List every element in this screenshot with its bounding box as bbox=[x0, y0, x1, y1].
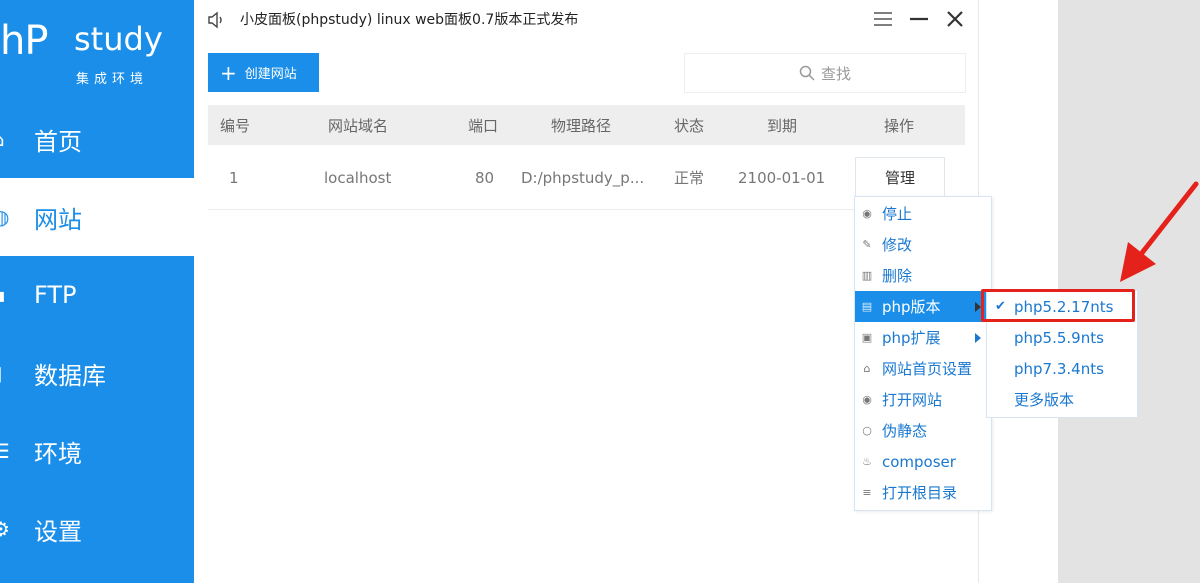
logo-subtitle: 集成环境 bbox=[76, 72, 149, 87]
sidebar-item-label: FTP bbox=[34, 281, 77, 309]
logo-main-text: hP bbox=[0, 18, 48, 64]
menu-item-homepage-settings[interactable]: ⌂ 网站首页设置 bbox=[855, 353, 991, 384]
sidebar-item-label: 首页 bbox=[34, 127, 82, 156]
composer-icon: ♨ bbox=[862, 455, 872, 468]
submenu-item-label: php5.5.9nts bbox=[1014, 328, 1104, 347]
menu-item-label: php版本 bbox=[882, 298, 941, 316]
cell-domain: localhost bbox=[324, 168, 392, 187]
menu-item-label: 修改 bbox=[882, 236, 913, 254]
search-placeholder: 查找 bbox=[820, 64, 851, 83]
menu-item-composer[interactable]: ♨ composer bbox=[855, 446, 991, 477]
sidebar-item-label: 网站 bbox=[34, 205, 82, 234]
stop-icon: ◉ bbox=[862, 207, 872, 220]
sidebar-item-website[interactable]: ◍ 网站 bbox=[0, 178, 194, 256]
environment-icon: ☰ bbox=[0, 439, 10, 463]
menu-item-label: 删除 bbox=[882, 267, 913, 285]
search-icon bbox=[799, 65, 815, 81]
menu-item-open-root[interactable]: ≡ 打开根目录 bbox=[855, 477, 991, 508]
menu-item-open-site[interactable]: ◉ 打开网站 bbox=[855, 384, 991, 415]
cell-status: 正常 bbox=[674, 169, 705, 187]
menu-item-stop[interactable]: ◉ 停止 bbox=[855, 198, 991, 229]
cell-expire: 2100-01-01 bbox=[738, 168, 826, 187]
gear-icon: ⚙ bbox=[0, 517, 10, 541]
context-menu: ◉ 停止 ✎ 修改 ▥ 删除 ▤ php版本 ▣ php扩展 ⌂ 网站首页设置 … bbox=[854, 196, 992, 511]
sidebar-item-label: 环境 bbox=[34, 439, 82, 468]
menu-icon[interactable] bbox=[870, 6, 896, 32]
column-header-id: 编号 bbox=[220, 116, 251, 135]
submenu-item-label: 更多版本 bbox=[1014, 391, 1075, 409]
title-bar: 小皮面板(phpstudy) linux web面板0.7版本正式发布 bbox=[194, 0, 978, 40]
submenu-item-php734[interactable]: php7.3.4nts bbox=[987, 353, 1137, 384]
app-logo: hP study 集成环境 bbox=[0, 0, 194, 100]
database-icon: ◖ bbox=[0, 361, 10, 385]
pencil-icon: ✎ bbox=[862, 238, 872, 251]
menu-item-php-extension[interactable]: ▣ php扩展 bbox=[855, 322, 991, 353]
sidebar-item-label: 设置 bbox=[34, 517, 82, 546]
menu-item-label: 停止 bbox=[882, 205, 913, 223]
column-header-port: 端口 bbox=[468, 116, 499, 135]
sidebar-item-database[interactable]: ◖ 数据库 bbox=[0, 334, 194, 412]
sidebar-item-settings[interactable]: ⚙ 设置 bbox=[0, 490, 194, 568]
column-header-action: 操作 bbox=[884, 116, 915, 135]
menu-item-edit[interactable]: ✎ 修改 bbox=[855, 229, 991, 260]
minimize-icon[interactable] bbox=[906, 6, 932, 32]
logo-study-text: study bbox=[74, 20, 163, 58]
sidebar-item-label: 数据库 bbox=[34, 361, 106, 390]
menu-item-label: composer bbox=[882, 452, 956, 471]
column-header-domain: 网站域名 bbox=[328, 116, 389, 135]
home-icon: ⌂ bbox=[863, 362, 871, 375]
annotation-arrow-icon bbox=[1120, 181, 1199, 282]
annotation-highlight-box bbox=[981, 289, 1135, 322]
cell-port: 80 bbox=[475, 168, 495, 187]
sidebar: hP study 集成环境 ⌂ 首页 ◍ 网站 ▪ FTP ◖ 数据库 ☰ 环境… bbox=[0, 0, 194, 583]
rewrite-icon: ○ bbox=[862, 424, 872, 437]
menu-item-label: 打开根目录 bbox=[882, 484, 958, 502]
sidebar-item-environment[interactable]: ☰ 环境 bbox=[0, 412, 194, 490]
submenu-item-label: php7.3.4nts bbox=[1014, 359, 1104, 378]
extension-icon: ▣ bbox=[861, 331, 873, 344]
globe-icon: ◍ bbox=[0, 205, 10, 229]
sidebar-item-ftp[interactable]: ▪ FTP bbox=[0, 256, 194, 334]
sidebar-nav: ⌂ 首页 ◍ 网站 ▪ FTP ◖ 数据库 ☰ 环境 ⚙ 设置 bbox=[0, 100, 194, 568]
menu-item-delete[interactable]: ▥ 删除 bbox=[855, 260, 991, 291]
plus-icon: + bbox=[220, 60, 237, 85]
cell-path: D:/phpstudy_p... bbox=[521, 168, 645, 187]
menu-item-label: 打开网站 bbox=[882, 391, 943, 409]
create-website-button[interactable]: + 创建网站 bbox=[208, 53, 319, 92]
announcement-text[interactable]: 小皮面板(phpstudy) linux web面板0.7版本正式发布 bbox=[240, 9, 578, 29]
close-icon[interactable] bbox=[942, 6, 968, 32]
manage-button[interactable]: 管理 bbox=[855, 157, 945, 197]
column-header-status: 状态 bbox=[674, 116, 705, 135]
submenu-item-php559[interactable]: php5.5.9nts bbox=[987, 322, 1137, 353]
table-header: 编号 网站域名 端口 物理路径 状态 到期 操作 bbox=[208, 105, 965, 145]
php-icon: ▤ bbox=[861, 300, 873, 313]
search-input[interactable]: 查找 bbox=[684, 53, 966, 93]
open-site-icon: ◉ bbox=[862, 393, 872, 406]
submenu-arrow-icon bbox=[975, 332, 981, 343]
folder-list-icon: ≡ bbox=[862, 486, 872, 499]
menu-item-label: 伪静态 bbox=[882, 422, 928, 440]
column-header-path: 物理路径 bbox=[551, 116, 612, 135]
create-website-label: 创建网站 bbox=[244, 67, 297, 82]
menu-item-rewrite[interactable]: ○ 伪静态 bbox=[855, 415, 991, 446]
ftp-icon: ▪ bbox=[0, 283, 10, 307]
table-row[interactable]: 1 localhost 80 D:/phpstudy_p... 正常 2100-… bbox=[208, 146, 965, 210]
cell-id: 1 bbox=[229, 168, 239, 187]
submenu-item-more-versions[interactable]: 更多版本 bbox=[987, 384, 1137, 415]
menu-item-label: 网站首页设置 bbox=[882, 360, 973, 378]
menu-item-label: php扩展 bbox=[882, 329, 941, 347]
sidebar-item-home[interactable]: ⌂ 首页 bbox=[0, 100, 194, 178]
home-icon: ⌂ bbox=[0, 127, 10, 151]
column-header-expire: 到期 bbox=[767, 116, 798, 135]
trash-icon: ▥ bbox=[861, 269, 873, 282]
menu-item-php-version[interactable]: ▤ php版本 bbox=[855, 291, 991, 322]
speaker-icon[interactable] bbox=[206, 10, 226, 30]
